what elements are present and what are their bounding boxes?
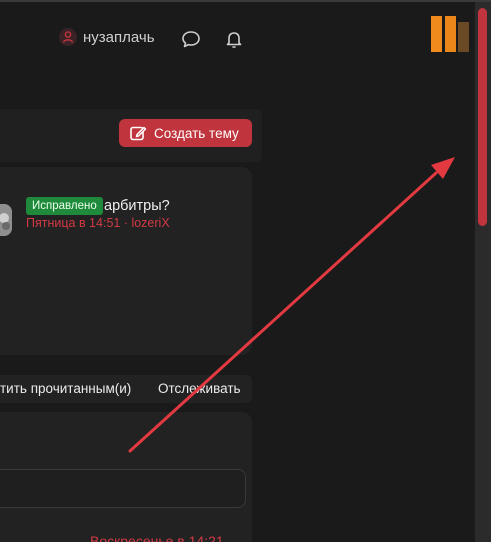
logo-bar: [445, 16, 456, 52]
watch-button[interactable]: Отслеживать: [158, 381, 241, 396]
user-menu[interactable]: нузаплачь: [59, 28, 155, 46]
create-thread-label: Создать тему: [154, 125, 239, 141]
username: нузаплачь: [83, 28, 155, 46]
edit-icon: [130, 126, 147, 141]
thread-author-avatar[interactable]: [0, 204, 12, 236]
thread-meta[interactable]: Пятница в 14:51 · lozeriX: [26, 216, 170, 231]
status-badge[interactable]: Исправлено: [26, 197, 103, 215]
chat-bubble-icon[interactable]: [180, 28, 202, 50]
reply-date: Воскресенье в 14:21: [90, 533, 224, 542]
logo-bar: [458, 22, 469, 52]
top-divider: [0, 0, 491, 2]
thread-title[interactable]: арбитры?: [104, 197, 170, 215]
bell-icon[interactable]: [223, 28, 245, 50]
reply-input[interactable]: [0, 469, 246, 508]
logo-bar: [431, 16, 442, 52]
user-avatar-icon: [59, 28, 77, 46]
create-thread-button[interactable]: Создать тему: [119, 119, 252, 147]
scrollbar-thumb[interactable]: [478, 8, 487, 226]
mark-read-button[interactable]: тить прочитанным(и): [0, 381, 131, 396]
thread-list-panel: [0, 167, 252, 355]
site-logo[interactable]: [431, 16, 469, 52]
